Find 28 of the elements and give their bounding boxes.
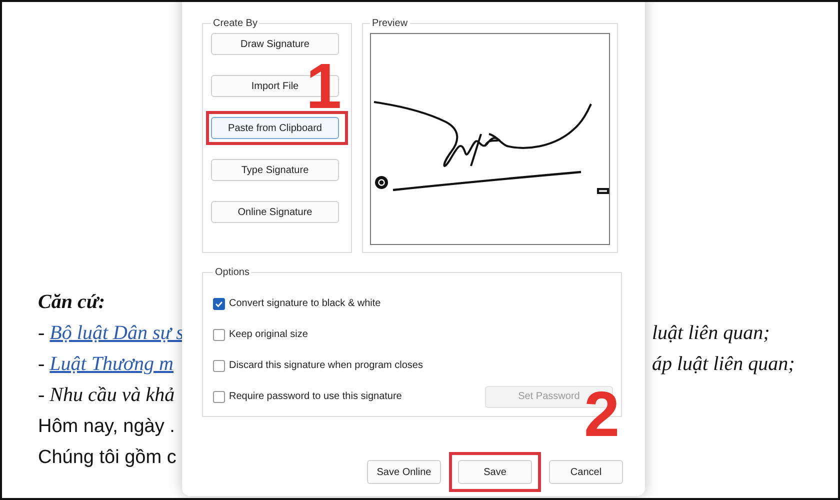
checkbox[interactable] [213, 390, 225, 402]
group-title: Create By [212, 18, 258, 29]
group-title: Options [214, 267, 250, 278]
option-label: Require password to use this signature [229, 391, 402, 402]
create-option-button[interactable]: Type Signature [211, 159, 339, 181]
document-line: Hôm nay, ngày . [38, 416, 175, 436]
size-tag-icon [597, 188, 609, 194]
dialog-button[interactable]: Save [458, 460, 532, 484]
create-option-button[interactable]: Draw Signature [211, 33, 339, 55]
document-line: áp luật liên quan; [652, 353, 795, 375]
rotate-icon[interactable] [375, 176, 388, 189]
checkbox[interactable] [213, 328, 225, 340]
group-title: Preview [371, 18, 409, 29]
create-option-button[interactable]: Paste from Clipboard [211, 117, 339, 139]
dialog-button[interactable]: Cancel [549, 460, 623, 484]
create-option-button[interactable]: Online Signature [211, 201, 339, 223]
dialog-button[interactable]: Save Online [367, 460, 441, 484]
checkbox[interactable] [213, 360, 225, 372]
document-line: - Nhu cầu và khả [38, 384, 175, 406]
document-line: Chúng tôi gồm c [38, 446, 176, 468]
option-label: Discard this signature when program closes [229, 360, 423, 371]
law-link[interactable]: Luật Thương m [50, 353, 174, 375]
document-line: luật liên quan; [652, 322, 770, 344]
checkbox[interactable] [213, 298, 225, 310]
option-label: Keep original size [229, 329, 308, 340]
document-line: - Luật Thương m [38, 353, 174, 375]
document-line: Căn cứ: [38, 291, 105, 313]
option-label: Convert signature to black & white [229, 298, 381, 309]
